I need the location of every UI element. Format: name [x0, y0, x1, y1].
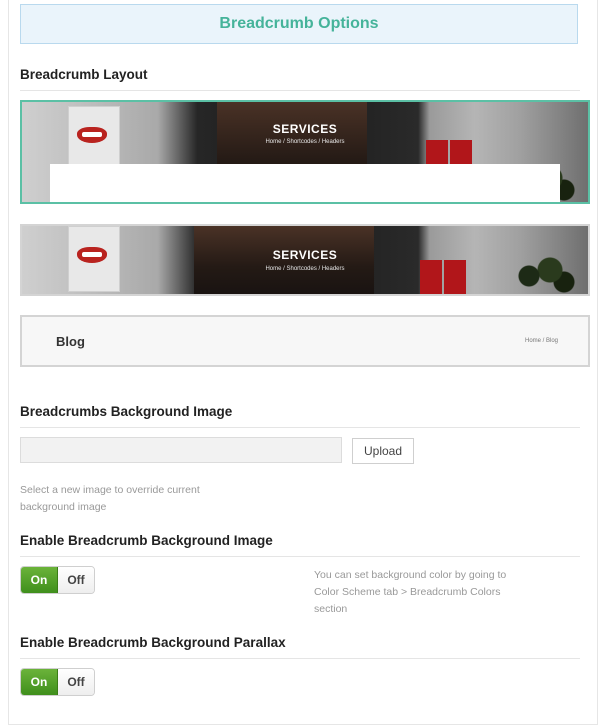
enable-parallax-heading: Enable Breadcrumb Background Parallax: [20, 635, 580, 659]
help-line: Select a new image to override current: [20, 484, 200, 496]
layout-option-3[interactable]: Blog Home / Blog: [20, 315, 590, 367]
layout-option-1[interactable]: SERVICES Home / Shortcodes / Headers: [20, 100, 590, 204]
plant-shape: [508, 234, 578, 294]
layout-title: SERVICES: [272, 122, 338, 136]
panel-header: Breadcrumb Options: [20, 4, 578, 44]
help-line: You can set background color by going to: [314, 569, 507, 581]
layout-crumbs: Home / Shortcodes / Headers: [265, 266, 345, 272]
toggle-off-button[interactable]: Off: [58, 669, 94, 695]
layout-crumbs: Home / Shortcodes / Headers: [265, 139, 345, 145]
breadcrumb-layout-heading: Breadcrumb Layout: [20, 67, 580, 91]
content-strip: [50, 164, 560, 202]
enable-bg-help-text: You can set background color by going to…: [314, 567, 506, 618]
toggle-on-button[interactable]: On: [21, 669, 58, 695]
image-url-input[interactable]: [20, 437, 342, 463]
help-line: background image: [20, 501, 107, 513]
layout-title: SERVICES: [272, 248, 338, 262]
layout-crumbs: Home / Blog: [524, 338, 558, 344]
layout-option-2[interactable]: SERVICES Home / Shortcodes / Headers: [20, 224, 590, 296]
enable-bg-toggle[interactable]: On Off: [20, 566, 95, 594]
help-line: Color Scheme tab > Breadcrumb Colors: [314, 586, 501, 598]
enable-bg-heading: Enable Breadcrumb Background Image: [20, 533, 580, 557]
bg-image-heading: Breadcrumbs Background Image: [20, 404, 580, 428]
panel-title: Breadcrumb Options: [219, 15, 379, 32]
enable-parallax-toggle[interactable]: On Off: [20, 668, 95, 696]
help-line: section: [314, 603, 348, 615]
upload-help-text: Select a new image to override current b…: [20, 482, 200, 516]
toggle-off-button[interactable]: Off: [58, 567, 94, 593]
layout-title: Blog: [56, 334, 85, 349]
upload-button[interactable]: Upload: [352, 438, 414, 464]
toggle-on-button[interactable]: On: [21, 567, 58, 593]
